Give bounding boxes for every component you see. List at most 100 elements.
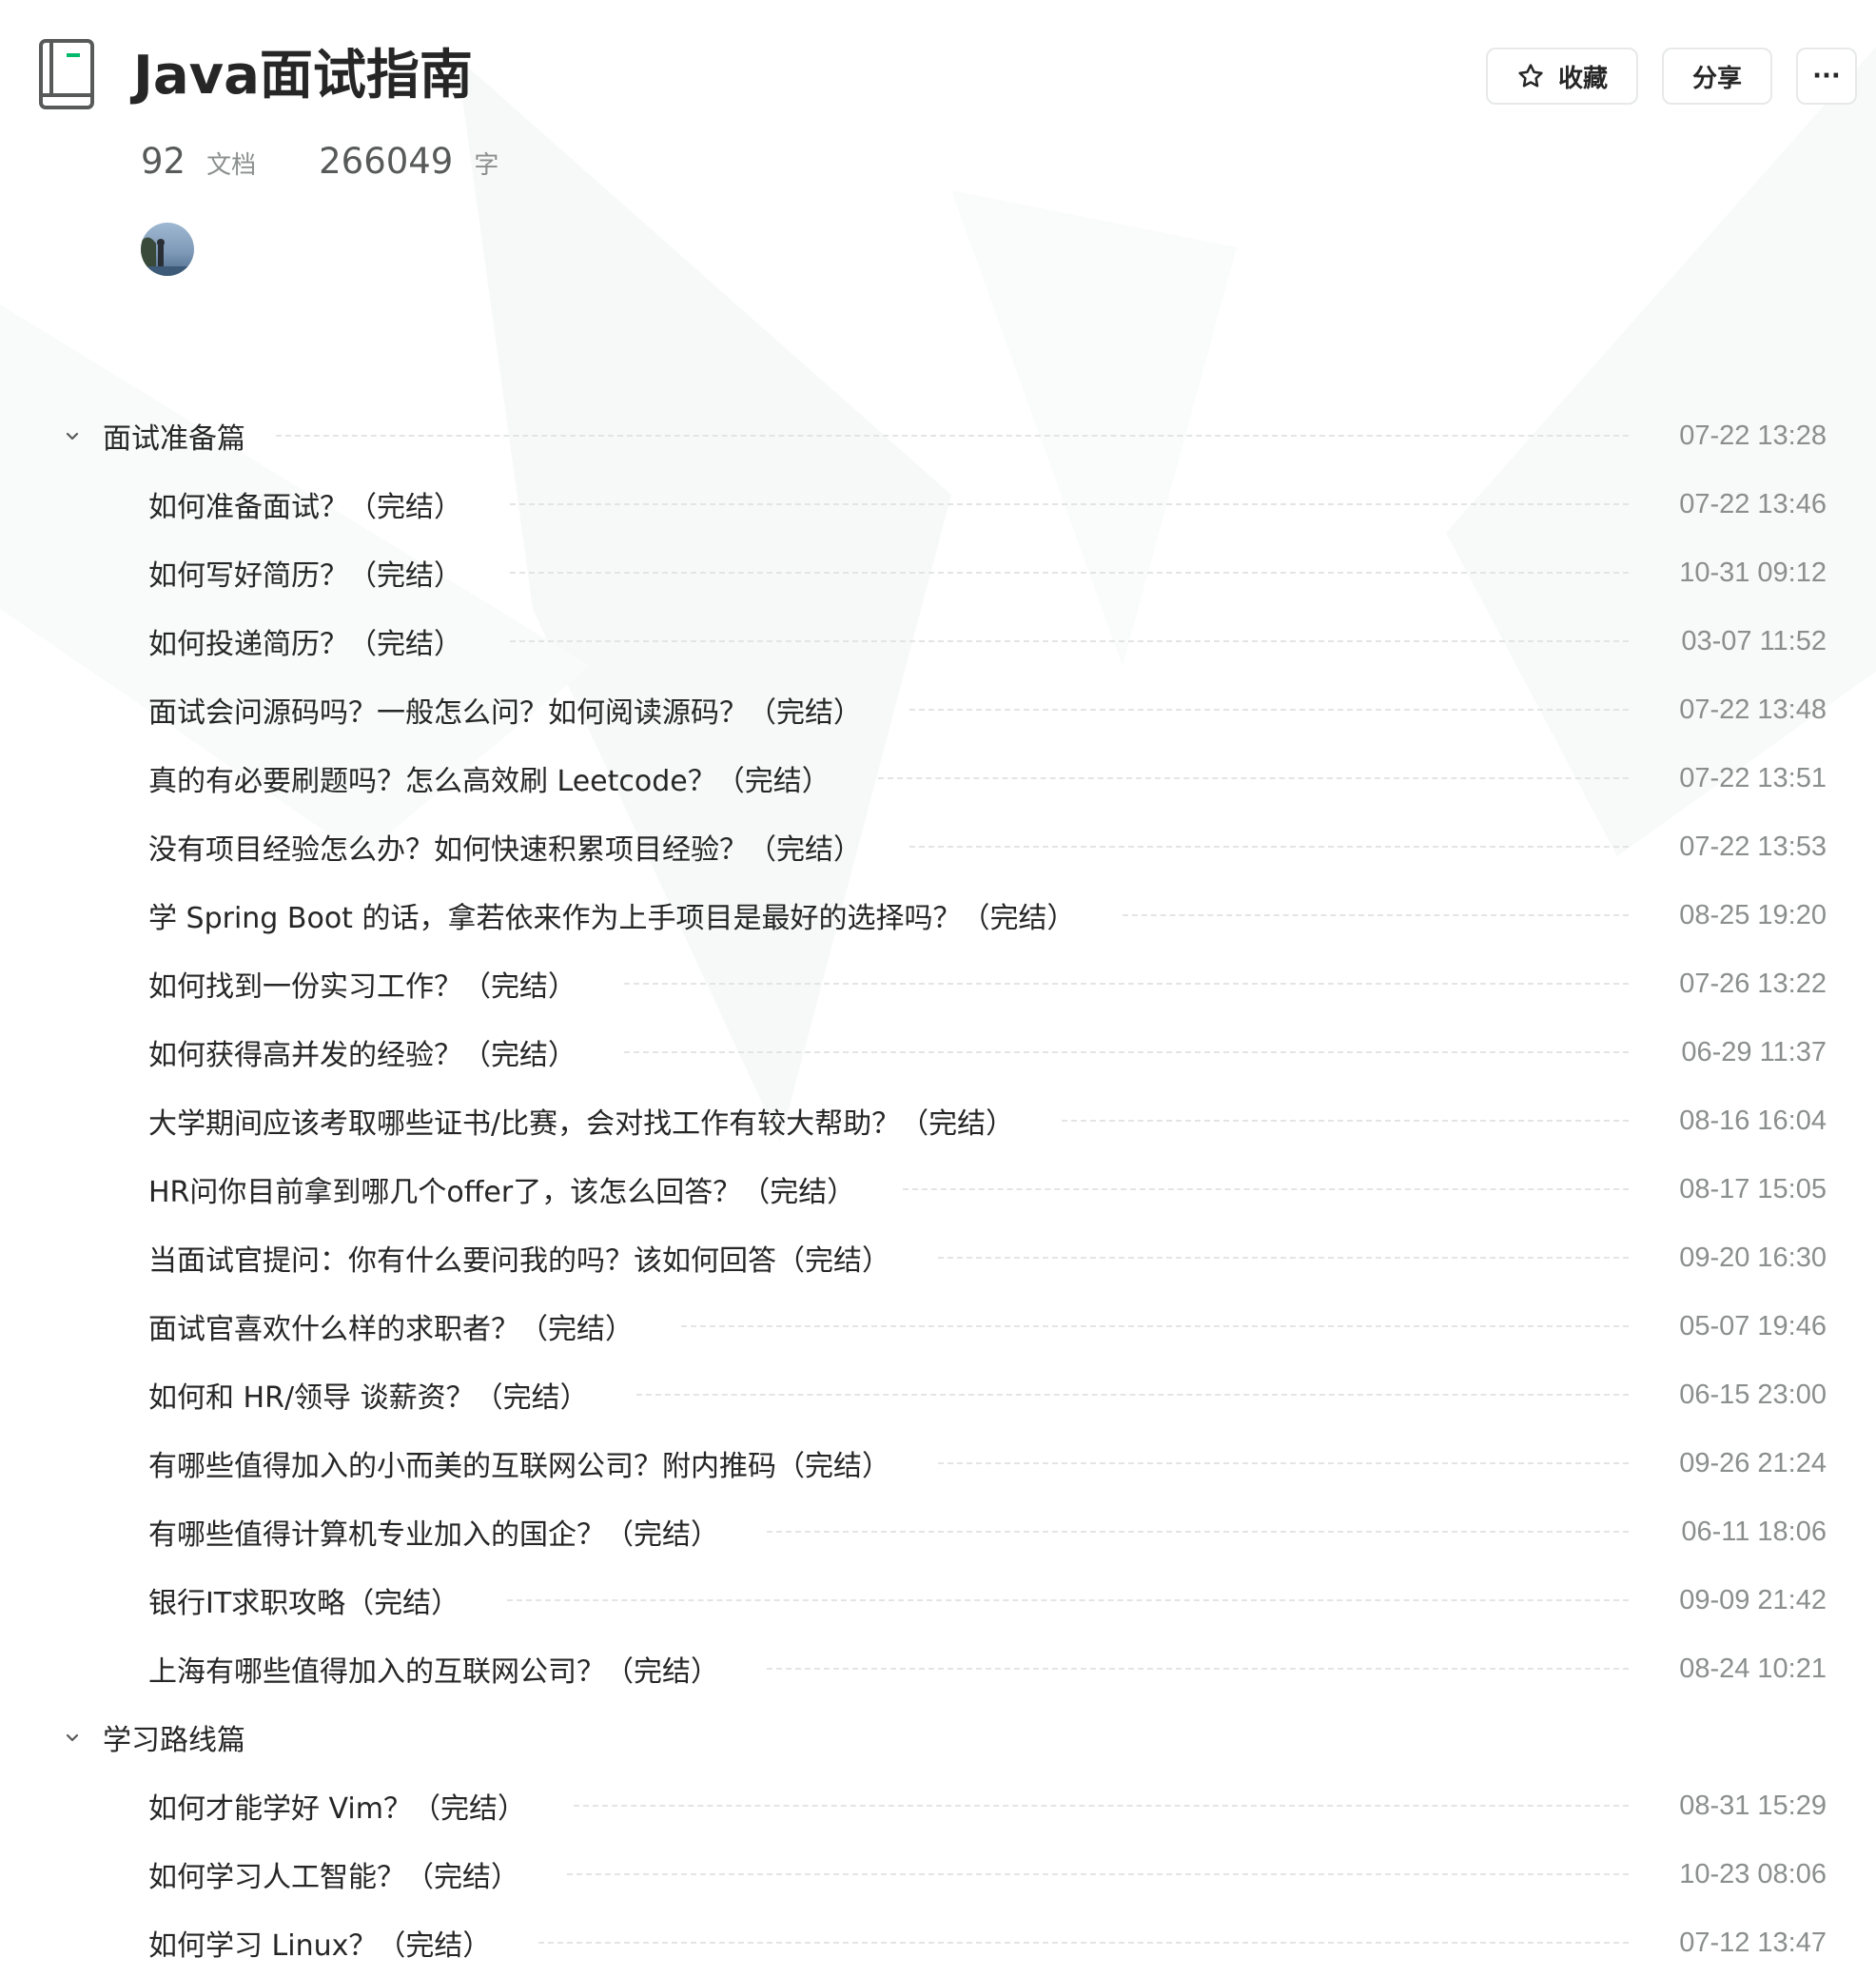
updated-time: 03-07 11:52 bbox=[1681, 625, 1827, 656]
updated-time: 07-26 13:22 bbox=[1679, 968, 1827, 999]
catalog-item[interactable]: 如何学习 Linux？（完结） 07-12 13:47 bbox=[0, 1908, 1876, 1977]
updated-time: 07-22 13:53 bbox=[1679, 831, 1827, 862]
dotted-leader bbox=[767, 1668, 1629, 1670]
doc-title: 如何学习人工智能？（完结） bbox=[148, 1861, 519, 1894]
updated-time: 06-11 18:06 bbox=[1681, 1516, 1827, 1547]
doc-title: 没有项目经验怎么办？如何快速积累项目经验？（完结） bbox=[148, 833, 862, 867]
catalog-item[interactable]: 如何投递简历？（完结） 03-07 11:52 bbox=[0, 607, 1876, 675]
dotted-leader bbox=[507, 1599, 1629, 1601]
doc-title: 如何投递简历？（完结） bbox=[148, 628, 462, 661]
dotted-leader bbox=[510, 503, 1629, 505]
catalog-item[interactable]: 真的有必要刷题吗？怎么高效刷 Leetcode？（完结） 07-22 13:51 bbox=[0, 744, 1876, 812]
catalog-item[interactable]: 如何准备面试？（完结） 07-22 13:46 bbox=[0, 470, 1876, 538]
word-count: 266049 bbox=[319, 141, 454, 182]
updated-time: 08-17 15:05 bbox=[1679, 1173, 1827, 1204]
header-actions: 收藏 分享 ··· bbox=[1486, 48, 1857, 105]
book-stats: 92 文档 266049 字 bbox=[141, 141, 561, 183]
more-button[interactable]: ··· bbox=[1796, 48, 1857, 105]
star-icon bbox=[1518, 64, 1543, 88]
book-title: Java面试指南 bbox=[133, 45, 473, 107]
catalog-item[interactable]: HR问你目前拿到哪几个offer了，该怎么回答？（完结） 08-17 15:05 bbox=[0, 1155, 1876, 1223]
catalog-item[interactable]: 有哪些值得加入的小而美的互联网公司？附内推码（完结） 09-26 21:24 bbox=[0, 1429, 1876, 1497]
group-title: 学习路线篇 bbox=[103, 1724, 245, 1757]
catalog-item[interactable]: 学 Spring Boot 的话，拿若依来作为上手项目是最好的选择吗？（完结） … bbox=[0, 881, 1876, 949]
word-count-unit: 字 bbox=[474, 151, 499, 180]
doc-title: 如何才能学好 Vim？（完结） bbox=[148, 1792, 526, 1826]
catalog-group-learning-path[interactable]: 学习路线篇 bbox=[0, 1703, 1876, 1771]
doc-title: 银行IT求职攻略（完结） bbox=[148, 1587, 460, 1620]
dotted-leader bbox=[938, 1257, 1629, 1259]
updated-time: 08-25 19:20 bbox=[1679, 899, 1827, 930]
updated-time: 10-23 08:06 bbox=[1679, 1858, 1827, 1889]
updated-time: 05-07 19:46 bbox=[1679, 1310, 1827, 1341]
catalog-item[interactable]: 如何才能学好 Vim？（完结） 08-31 15:29 bbox=[0, 1771, 1876, 1840]
updated-time: 09-20 16:30 bbox=[1679, 1242, 1827, 1273]
doc-title: 有哪些值得加入的小而美的互联网公司？附内推码（完结） bbox=[148, 1450, 890, 1483]
doc-title: 面试官喜欢什么样的求职者？（完结） bbox=[148, 1313, 634, 1346]
share-label: 分享 bbox=[1691, 64, 1742, 93]
catalog-item[interactable]: 如何获得高并发的经验？（完结） 06-29 11:37 bbox=[0, 1018, 1876, 1086]
catalog-item[interactable]: 上海有哪些值得加入的互联网公司？（完结） 08-24 10:21 bbox=[0, 1634, 1876, 1703]
updated-time: 10-31 09:12 bbox=[1679, 557, 1827, 588]
updated-time: 07-22 13:51 bbox=[1679, 762, 1827, 793]
avatar[interactable] bbox=[141, 223, 194, 276]
updated-time: 07-22 13:48 bbox=[1679, 694, 1827, 725]
doc-title: 面试会问源码吗？一般怎么问？如何阅读源码？（完结） bbox=[148, 696, 862, 730]
catalog-item[interactable]: 面试会问源码吗？一般怎么问？如何阅读源码？（完结） 07-22 13:48 bbox=[0, 675, 1876, 744]
doc-title: 真的有必要刷题吗？怎么高效刷 Leetcode？（完结） bbox=[148, 765, 831, 798]
doc-title: 如何和 HR/领导 谈薪资？（完结） bbox=[148, 1381, 589, 1415]
catalog-item[interactable]: 没有项目经验怎么办？如何快速积累项目经验？（完结） 07-22 13:53 bbox=[0, 812, 1876, 881]
doc-title: HR问你目前拿到哪几个offer了，该怎么回答？（完结） bbox=[148, 1176, 856, 1209]
doc-count: 92 bbox=[141, 141, 186, 182]
catalog-item[interactable]: 面试官喜欢什么样的求职者？（完结） 05-07 19:46 bbox=[0, 1292, 1876, 1360]
updated-time: 08-31 15:29 bbox=[1679, 1790, 1827, 1821]
dotted-leader bbox=[877, 777, 1629, 779]
dotted-leader bbox=[767, 1531, 1629, 1533]
doc-title: 学 Spring Boot 的话，拿若依来作为上手项目是最好的选择吗？（完结） bbox=[148, 902, 1076, 935]
chevron-down-icon[interactable] bbox=[63, 1728, 82, 1747]
catalog-item[interactable]: 当面试官提问：你有什么要问我的吗？该如何回答（完结） 09-20 16:30 bbox=[0, 1223, 1876, 1292]
dotted-leader bbox=[510, 572, 1629, 574]
updated-time: 08-24 10:21 bbox=[1679, 1653, 1827, 1684]
doc-count-unit: 文档 bbox=[206, 151, 257, 180]
catalog-item[interactable]: 如何找到一份实习工作？（完结） 07-26 13:22 bbox=[0, 949, 1876, 1018]
avatar-image bbox=[141, 223, 194, 276]
catalog-item[interactable]: 如何和 HR/领导 谈薪资？（完结） 06-15 23:00 bbox=[0, 1360, 1876, 1429]
doc-title: 如何获得高并发的经验？（完结） bbox=[148, 1039, 576, 1072]
dotted-leader bbox=[1123, 914, 1629, 916]
dotted-leader bbox=[510, 640, 1629, 642]
updated-time: 09-09 21:42 bbox=[1679, 1584, 1827, 1615]
doc-title: 有哪些值得计算机专业加入的国企？（完结） bbox=[148, 1518, 719, 1552]
catalog-list: 面试准备篇 07-22 13:28 如何准备面试？（完结） 07-22 13:4… bbox=[0, 401, 1876, 1977]
catalog-item[interactable]: 银行IT求职攻略（完结） 09-09 21:42 bbox=[0, 1566, 1876, 1634]
dotted-leader bbox=[567, 1873, 1629, 1875]
group-title: 面试准备篇 bbox=[103, 422, 245, 456]
catalog-item[interactable]: 如何学习人工智能？（完结） 10-23 08:06 bbox=[0, 1840, 1876, 1908]
doc-title: 如何学习 Linux？（完结） bbox=[148, 1929, 492, 1963]
doc-title: 如何找到一份实习工作？（完结） bbox=[148, 970, 576, 1004]
updated-time: 07-22 13:46 bbox=[1679, 488, 1827, 519]
dotted-leader bbox=[624, 983, 1629, 985]
dotted-leader bbox=[538, 1942, 1629, 1944]
doc-title: 如何准备面试？（完结） bbox=[148, 491, 462, 524]
chevron-down-icon[interactable] bbox=[63, 426, 82, 445]
dotted-leader bbox=[1062, 1120, 1629, 1122]
catalog-item[interactable]: 如何写好简历？（完结） 10-31 09:12 bbox=[0, 538, 1876, 607]
doc-title: 上海有哪些值得加入的互联网公司？（完结） bbox=[148, 1655, 719, 1689]
book-icon bbox=[39, 39, 94, 109]
dotted-leader bbox=[938, 1462, 1629, 1464]
share-button[interactable]: 分享 bbox=[1662, 48, 1772, 105]
catalog-item[interactable]: 大学期间应该考取哪些证书/比赛，会对找工作有较大帮助？（完结） 08-16 16… bbox=[0, 1086, 1876, 1155]
catalog-group-interview-prep[interactable]: 面试准备篇 07-22 13:28 bbox=[0, 401, 1876, 470]
dotted-leader bbox=[909, 846, 1629, 848]
updated-time: 09-26 21:24 bbox=[1679, 1447, 1827, 1478]
dotted-leader bbox=[573, 1805, 1629, 1807]
favorite-button[interactable]: 收藏 bbox=[1486, 48, 1638, 105]
dotted-leader bbox=[624, 1051, 1629, 1053]
doc-title: 当面试官提问：你有什么要问我的吗？该如何回答（完结） bbox=[148, 1244, 890, 1278]
updated-time: 08-16 16:04 bbox=[1679, 1105, 1827, 1136]
updated-time: 07-12 13:47 bbox=[1679, 1927, 1827, 1958]
dotted-leader bbox=[903, 1188, 1629, 1190]
dotted-leader bbox=[909, 709, 1629, 711]
catalog-item[interactable]: 有哪些值得计算机专业加入的国企？（完结） 06-11 18:06 bbox=[0, 1497, 1876, 1566]
